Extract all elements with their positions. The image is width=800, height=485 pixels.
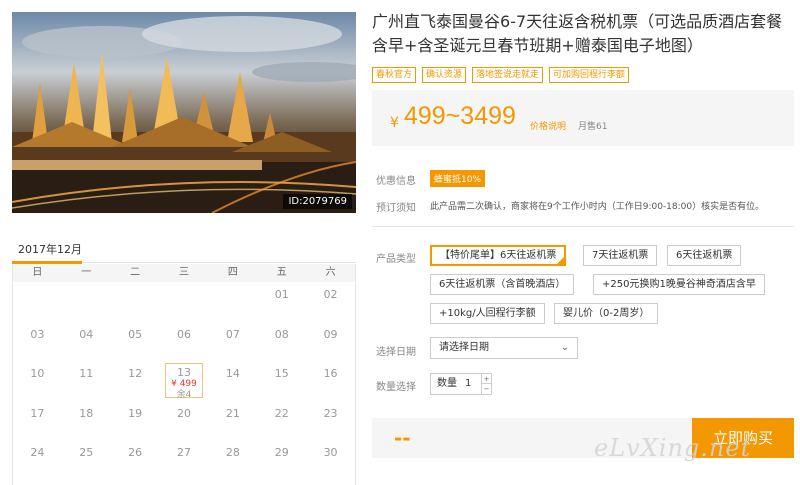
date-select[interactable]: 请选择日期 ⌄: [430, 337, 578, 359]
price-box: ¥ 499~3499 价格说明 月售61: [372, 90, 794, 146]
hero-image: ID:2079769: [12, 12, 356, 213]
calendar-day-stock: 余4: [176, 390, 192, 400]
calendar-day-price: ¥ 499: [171, 379, 197, 389]
option-infant[interactable]: 婴儿价（0-2周岁）: [554, 303, 659, 324]
notice-label: 预订须知: [376, 203, 416, 214]
quantity-text: 数量: [437, 378, 457, 389]
weekday-label: 五: [276, 267, 287, 278]
calendar-day: 19: [128, 406, 143, 420]
date-label: 选择日期: [376, 347, 416, 358]
product-tags: 春秋官方 确认资源 落地签说走就走 可加购回程行李额: [372, 67, 630, 83]
decrement-icon[interactable]: −: [481, 384, 491, 394]
weekday-label: 日: [32, 267, 43, 278]
calendar-day: 23: [323, 406, 338, 420]
discount-label: 优惠信息: [376, 176, 416, 187]
calendar-day: 26: [128, 446, 143, 459]
monthly-sales: 月售61: [578, 122, 608, 132]
product-type-label: 产品类型: [376, 254, 416, 265]
price-currency: ¥: [390, 115, 399, 131]
product-tag: 落地签说走就走: [472, 67, 544, 83]
calendar-day: [160, 282, 209, 322]
option-hotel-addon[interactable]: +250元换购1晚曼谷神奇酒店含早: [593, 274, 765, 295]
calendar-month-title[interactable]: 2017年12月: [18, 241, 82, 257]
calendar-day: 20: [176, 406, 191, 420]
booking-notice: 此产品需二次确认，商家将在9个工作小时内（工作日9:00-18:00）核实是否有…: [430, 202, 765, 212]
calendar-day: 14: [225, 367, 240, 380]
option-6day-hotel[interactable]: 6天往返机票（含首晚酒店）: [430, 274, 575, 295]
calendar-day: 10: [30, 367, 45, 380]
calendar-day: 25: [79, 446, 94, 459]
weekday-label: 二: [130, 267, 141, 278]
calendar-day: 29: [274, 446, 289, 459]
calendar-grid: 01 02 03 04 05 06 07 08 09 10 11 12 13 ¥…: [13, 282, 355, 480]
calendar-weekday-header: 日 一 二 三 四 五 六: [13, 264, 355, 282]
increment-icon[interactable]: +: [481, 374, 491, 384]
watermark-logo: eLvXing.net: [594, 434, 752, 462]
chevron-down-icon: ⌄: [560, 342, 569, 353]
calendar-day: [208, 282, 257, 322]
temple-illustration: [12, 16, 356, 213]
calendar-day: 09: [323, 327, 338, 341]
option-special-6day[interactable]: 【特价尾单】6天往返机票: [430, 245, 567, 266]
weekday-label: 一: [81, 267, 92, 278]
calendar-day: 16: [323, 367, 338, 380]
calendar-day: 24: [30, 446, 45, 459]
calendar-day: 15: [274, 367, 289, 380]
calendar-day: 27: [176, 446, 191, 459]
date-select-value: 请选择日期: [439, 342, 489, 353]
quantity-stepper[interactable]: 数量 1 + −: [430, 373, 492, 395]
price-note-link[interactable]: 价格说明: [530, 119, 566, 132]
quantity-label: 数量选择: [376, 382, 416, 393]
calendar-day-number: 13: [176, 366, 191, 379]
calendar-day: 30: [323, 446, 338, 459]
weekday-label: 六: [325, 267, 336, 278]
calendar-day: 22: [274, 406, 289, 420]
option-baggage-addon[interactable]: +10kg/人回程行李额: [430, 303, 545, 324]
calendar-day: 01: [274, 288, 289, 301]
calendar-day: 18: [79, 406, 94, 420]
weekday-label: 四: [227, 267, 238, 278]
image-id-badge: ID:2079769: [283, 194, 352, 209]
calendar-day: 07: [225, 327, 240, 341]
calendar-day: [62, 282, 111, 322]
calendar-day: 08: [274, 327, 289, 341]
price-range: 499~3499: [404, 102, 516, 130]
calendar-day: 28: [225, 446, 240, 459]
calendar-day: 04: [79, 327, 94, 341]
calendar-day: 03: [30, 327, 45, 341]
product-title: 广州直飞泰国曼谷6-7天往返含税机票（可选品质酒店套餐含早+含圣诞元旦春节班期+…: [372, 12, 783, 55]
calendar-day: [111, 282, 160, 322]
option-7day[interactable]: 7天往返机票: [583, 245, 658, 266]
calendar-day: 06: [176, 327, 191, 341]
section-divider: [372, 226, 794, 227]
option-6day[interactable]: 6天往返机票: [667, 245, 742, 266]
calendar-day-available[interactable]: 13 ¥ 499 余4: [164, 363, 204, 400]
product-tag: 确认资源: [422, 67, 467, 83]
product-tag: 可加购回程行李额: [549, 67, 630, 83]
calendar-day: 11: [79, 367, 94, 380]
calendar-day: [13, 282, 62, 322]
calendar-day: 05: [128, 327, 143, 341]
product-tag: 春秋官方: [372, 67, 417, 83]
total-price: --: [394, 426, 411, 450]
calendar: 日 一 二 三 四 五 六 01 02 03 04 05 06 07 08 09…: [12, 264, 356, 485]
coupon-badge: 蜂蜜抵10%: [430, 170, 486, 187]
calendar-day: 12: [128, 367, 143, 380]
quantity-value: 1: [465, 378, 472, 389]
weekday-label: 三: [178, 267, 189, 278]
calendar-day: 17: [30, 406, 45, 420]
calendar-day: 02: [323, 288, 338, 301]
calendar-day: 21: [225, 406, 240, 420]
